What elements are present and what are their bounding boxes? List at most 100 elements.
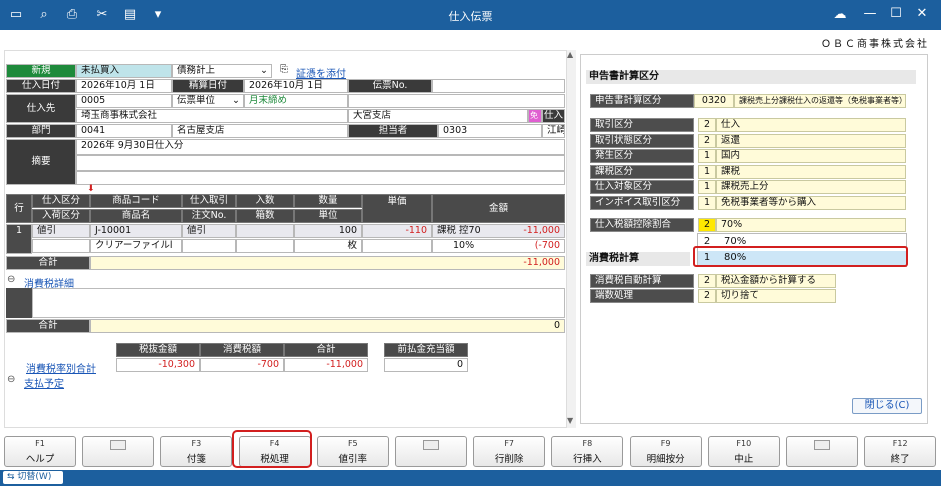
memo-field[interactable]: 2026年 9月30日仕入分 <box>76 139 565 155</box>
branch-field[interactable]: 大宮支店 <box>348 109 528 123</box>
auto-label: 消費税自動計算 <box>590 274 694 288</box>
fkey-button[interactable] <box>395 436 467 467</box>
fkey-button[interactable] <box>82 436 155 467</box>
fkey-button[interactable]: F9 明細按分 <box>629 436 702 467</box>
scroll-down-icon[interactable]: ▼ <box>567 416 573 425</box>
rp-row-num[interactable]: 2 <box>698 133 716 148</box>
supplier-code[interactable]: 0005 <box>76 94 172 108</box>
rp-row-label: インボイス取引区分 <box>590 195 694 210</box>
row-kubun[interactable]: 値引 <box>32 224 90 238</box>
row-tax-cell[interactable]: 10% (-700 <box>432 239 565 253</box>
sum-v3: -11,000 <box>284 358 368 372</box>
person-code[interactable]: 0303 <box>438 124 542 138</box>
date-field[interactable]: 2026年10月 1日 <box>76 79 172 93</box>
rp-row-num[interactable]: 1 <box>698 164 716 179</box>
auto-num[interactable]: 2 <box>698 274 716 288</box>
close-button[interactable]: ✕ <box>914 6 930 21</box>
rp-row-num[interactable]: 2 <box>698 118 716 132</box>
fkey-button[interactable]: F10 中止 <box>707 436 780 467</box>
payment-link[interactable]: 支払予定 <box>24 375 64 390</box>
switch-button[interactable]: ⇆ 切替(W) <box>3 471 63 484</box>
collapse-icon[interactable]: ⊖ <box>7 374 15 385</box>
row-name[interactable]: クリアーファイルl <box>90 239 182 253</box>
slip-unit-select[interactable]: 伝票単位 ⌄ <box>172 94 244 108</box>
col-kubun: 仕入区分 <box>32 194 90 208</box>
fkey-button[interactable]: F5 値引率 <box>316 436 389 467</box>
supplier-name[interactable]: 埼玉商事株式会社 <box>76 109 348 123</box>
fkey-button[interactable] <box>786 436 858 467</box>
fkey-key: F7 <box>504 439 515 448</box>
memo-field-3[interactable] <box>76 171 565 185</box>
fkey-label: 行削除 <box>494 454 524 465</box>
row-amount-cell[interactable]: 課税 控70 -11,000 <box>432 224 565 238</box>
person-label: 担当者 <box>348 124 438 138</box>
shinkoku-value: 課税売上分課税仕入の返還等（免税事業者等） <box>734 94 906 108</box>
sum-v4: 0 <box>384 358 468 372</box>
fkey-key: F1 <box>35 439 45 448</box>
dept-code[interactable]: 0041 <box>76 124 172 138</box>
attach-link[interactable]: 証憑を添付 <box>296 65 346 80</box>
rate-total-link[interactable]: 消費税率別合計 <box>26 360 96 375</box>
sum-v1: -10,300 <box>116 358 200 372</box>
row-nyuka[interactable] <box>32 239 90 253</box>
maximize-button[interactable]: ☐ <box>888 6 904 21</box>
scroll-up-icon[interactable]: ▲ <box>567 50 573 59</box>
row-hakosu[interactable] <box>236 239 294 253</box>
fkey-button[interactable]: F8 行挿入 <box>551 436 624 467</box>
row-unit[interactable]: 枚 <box>294 239 362 253</box>
memo-field-2[interactable] <box>76 155 565 171</box>
slip-field[interactable] <box>432 79 565 93</box>
blank-key-icon <box>423 440 439 450</box>
ratio-value[interactable]: 70% <box>716 218 906 232</box>
row-price-2[interactable] <box>362 239 432 253</box>
type-field[interactable]: 未払買入 <box>76 64 172 78</box>
row-price[interactable]: -110 <box>362 224 432 238</box>
row-irisu[interactable] <box>236 224 294 238</box>
blank-key-icon <box>814 440 830 450</box>
fkey-button[interactable]: F12 終了 <box>864 436 937 467</box>
col-hakosu: 箱数 <box>236 209 294 223</box>
fkey-key: F5 <box>347 439 358 448</box>
rp-row-label: 取引状態区分 <box>590 133 694 148</box>
shinkoku-code[interactable]: 0320 <box>694 94 734 108</box>
ai-cloud-icon[interactable]: ☁ <box>828 7 852 22</box>
rp-row-label: 仕入対象区分 <box>590 180 694 194</box>
closing-field: 月末締め <box>244 94 348 108</box>
row-tax-rate: 10% <box>453 240 475 251</box>
close-panel-button[interactable]: 閉じる(C) <box>852 398 922 414</box>
round-num[interactable]: 2 <box>698 289 716 303</box>
fkey-key: F8 <box>582 439 593 448</box>
row-chumon[interactable] <box>182 239 236 253</box>
fkey-label: 終了 <box>890 454 910 465</box>
date-label: 仕入日付 <box>6 79 76 93</box>
ratio-num[interactable]: 2 <box>698 218 716 232</box>
section-tax-calc: 消費税計算 <box>586 252 690 266</box>
minimize-button[interactable]: — <box>862 6 878 21</box>
rp-row-num[interactable]: 1 <box>698 149 716 163</box>
settle-field[interactable]: 2026年10月 1日 <box>244 79 348 93</box>
mode-label: 新規 <box>6 64 76 78</box>
rp-row-label: 発生区分 <box>590 149 694 163</box>
fkey-button[interactable]: F7 行削除 <box>473 436 546 467</box>
round-label: 端数処理 <box>590 289 694 303</box>
attach-icon[interactable]: ⎘ <box>280 64 288 75</box>
row-torihiki[interactable]: 値引 <box>182 224 236 238</box>
rp-row-value: 課税 <box>716 164 906 179</box>
partial-right-label: 仕入 <box>542 109 565 123</box>
debt-select[interactable]: 債務計上 ⌄ <box>172 64 272 78</box>
exempt-badge: 免 <box>528 109 542 123</box>
rp-row-label: 取引区分 <box>590 118 694 132</box>
vertical-scrollbar[interactable] <box>566 50 576 428</box>
rp-row-num[interactable]: 1 <box>698 180 716 194</box>
tax-detail-grid[interactable] <box>32 288 565 318</box>
fkey-button[interactable]: F3 付箋 <box>160 436 233 467</box>
row-code[interactable]: J-10001 <box>90 224 182 238</box>
row-qty[interactable]: 100 <box>294 224 362 238</box>
col-tanka: 単価 <box>362 194 432 223</box>
person-name: 江崎 <box>542 124 565 138</box>
collapse-icon[interactable]: ⊖ <box>7 274 15 285</box>
fkey-button[interactable]: F1 ヘルプ <box>4 436 76 467</box>
rp-row-value: 返還 <box>716 133 906 148</box>
fkey-label: 中止 <box>734 454 754 465</box>
rp-row-num[interactable]: 1 <box>698 195 716 210</box>
